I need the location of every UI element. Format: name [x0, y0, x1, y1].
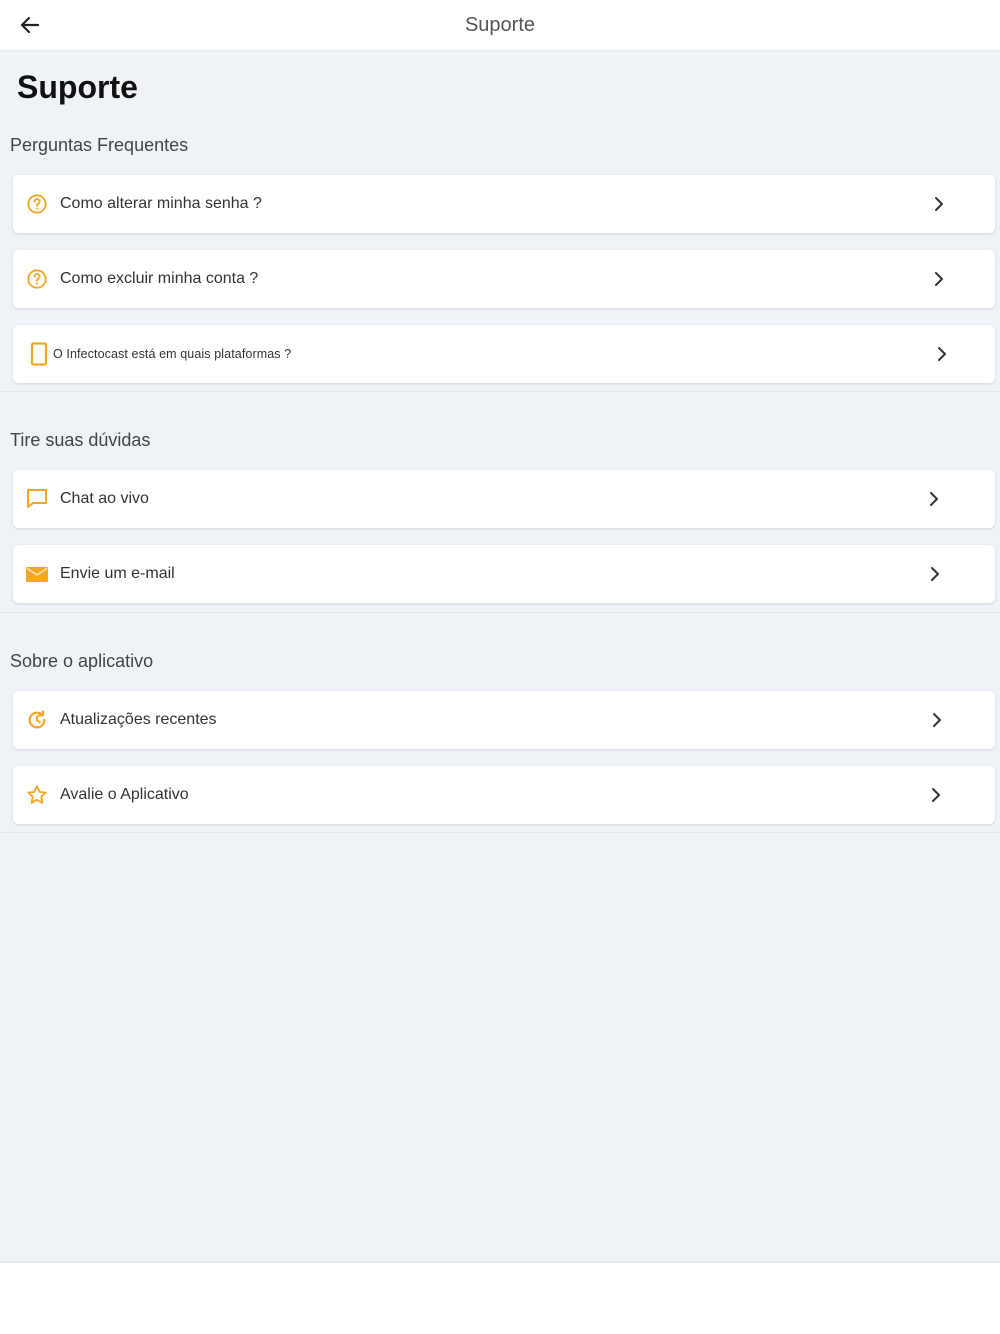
envelope-icon	[25, 562, 49, 586]
chevron-right-icon	[929, 269, 949, 289]
faq-item-platforms[interactable]: O Infectocast está em quais plataformas …	[13, 325, 995, 383]
faq-item-delete-account[interactable]: Como excluir minha conta ?	[13, 250, 995, 308]
chevron-right-icon	[924, 489, 944, 509]
chevron-right-icon	[927, 710, 947, 730]
help-item-label: Envie um e-mail	[60, 565, 175, 582]
chat-bubble-icon	[25, 487, 49, 511]
top-bar-title: Suporte	[464, 13, 536, 36]
chevron-right-icon	[925, 564, 945, 584]
about-item-label: Avalie o Aplicativo	[60, 786, 189, 803]
help-circle-icon	[25, 192, 49, 216]
star-icon	[25, 783, 49, 807]
update-icon	[25, 708, 49, 732]
section-label-about: Sobre o aplicativo	[10, 651, 154, 671]
help-item-label: Chat ao vivo	[60, 490, 149, 507]
faq-item-change-password[interactable]: Como alterar minha senha ?	[13, 175, 995, 233]
support-content: Suporte Perguntas Frequentes Como altera…	[0, 51, 1000, 1263]
support-screen: Suporte Suporte Perguntas Frequentes Com…	[0, 0, 1000, 1334]
help-item-send-email[interactable]: Envie um e-mail	[13, 545, 995, 603]
section-label-faq: Perguntas Frequentes	[10, 135, 189, 155]
about-item-label: Atualizações recentes	[60, 711, 217, 728]
faq-item-label: Como alterar minha senha ?	[60, 195, 262, 212]
top-app-bar: Suporte	[0, 0, 1000, 51]
help-circle-icon	[25, 267, 49, 291]
section-divider	[0, 832, 1000, 833]
faq-item-label: O Infectocast está em quais plataformas …	[53, 347, 292, 361]
chevron-right-icon	[932, 344, 952, 364]
arrow-left-icon	[20, 16, 40, 34]
section-divider	[0, 391, 1000, 392]
section-label-questions: Tire suas dúvidas	[10, 430, 151, 450]
page-title: Suporte	[17, 69, 138, 105]
back-button[interactable]	[14, 9, 46, 41]
about-item-recent-updates[interactable]: Atualizações recentes	[13, 691, 995, 749]
chevron-right-icon	[926, 785, 946, 805]
section-divider	[0, 612, 1000, 613]
about-item-rate-app[interactable]: Avalie o Aplicativo	[13, 766, 995, 824]
tablet-icon	[27, 342, 51, 366]
faq-item-label: Como excluir minha conta ?	[60, 270, 259, 287]
help-item-live-chat[interactable]: Chat ao vivo	[13, 470, 995, 528]
chevron-right-icon	[929, 194, 949, 214]
